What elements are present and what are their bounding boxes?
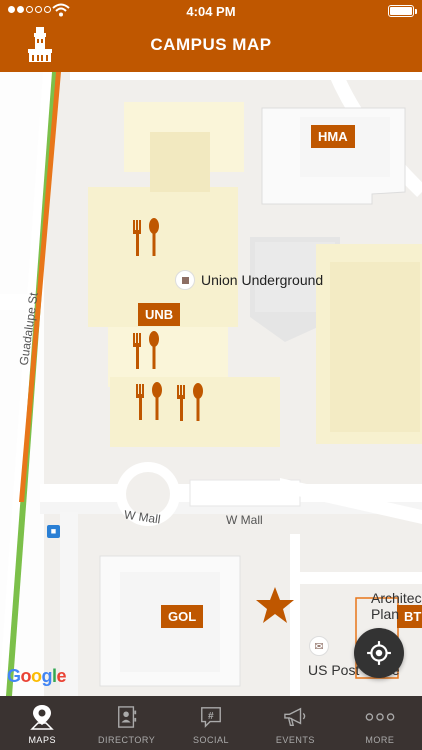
poi-post-office[interactable]: ✉ [309,636,329,656]
mail-icon: ✉ [309,636,329,656]
megaphone-icon [280,703,310,731]
food-icon[interactable] [174,383,206,423]
shop-icon [175,270,195,290]
battery-icon [388,5,417,17]
tab-label: MAPS [28,735,56,745]
tab-bar: MAPS DIRECTORY # SOCIAL EVENTS MORE [0,696,422,750]
favorite-star-icon[interactable] [255,585,295,625]
tab-social[interactable]: # SOCIAL [169,696,253,750]
crosshair-icon [367,641,391,665]
tab-directory[interactable]: DIRECTORY [84,696,168,750]
hashtag-icon: # [196,703,226,731]
street-label-w-mall: W Mall [226,513,263,527]
tab-more[interactable]: MORE [338,696,422,750]
map-base [0,72,422,696]
tab-label: DIRECTORY [98,735,156,745]
architecture-label-line1: Architec [371,590,422,606]
building-label-gol[interactable]: GOL [161,605,204,628]
tab-maps[interactable]: MAPS [0,696,84,750]
poi-union-underground[interactable]: Union Underground [175,270,323,290]
food-icon[interactable] [133,382,165,422]
map-pin-icon [27,703,57,731]
tab-label: MORE [365,735,395,745]
building-label-hma[interactable]: HMA [311,125,355,148]
poi-label: Union Underground [201,272,324,288]
tab-label: EVENTS [275,735,315,745]
app-header: CAMPUS MAP [0,22,422,72]
tab-label: SOCIAL [193,735,230,745]
status-bar: 4:04 PM [0,0,422,22]
status-time: 4:04 PM [186,4,236,19]
google-attribution: Google [7,666,67,686]
more-icon [365,703,395,731]
building-label-unb[interactable]: UNB [138,303,181,326]
svg-text:#: # [208,711,214,722]
directory-icon [112,703,142,731]
food-icon[interactable] [130,218,162,258]
tab-events[interactable]: EVENTS [253,696,337,750]
food-icon[interactable] [130,331,162,371]
locate-me-button[interactable] [354,628,404,678]
page-title: CAMPUS MAP [150,35,272,54]
bus-stop-icon[interactable]: ■ [47,525,60,538]
campus-map[interactable]: HMA UNB GOL BT Union Underground ✉ US Po… [0,72,422,696]
architecture-label-line2: Plan [371,606,400,622]
building-label-bt[interactable]: BT [397,605,422,628]
